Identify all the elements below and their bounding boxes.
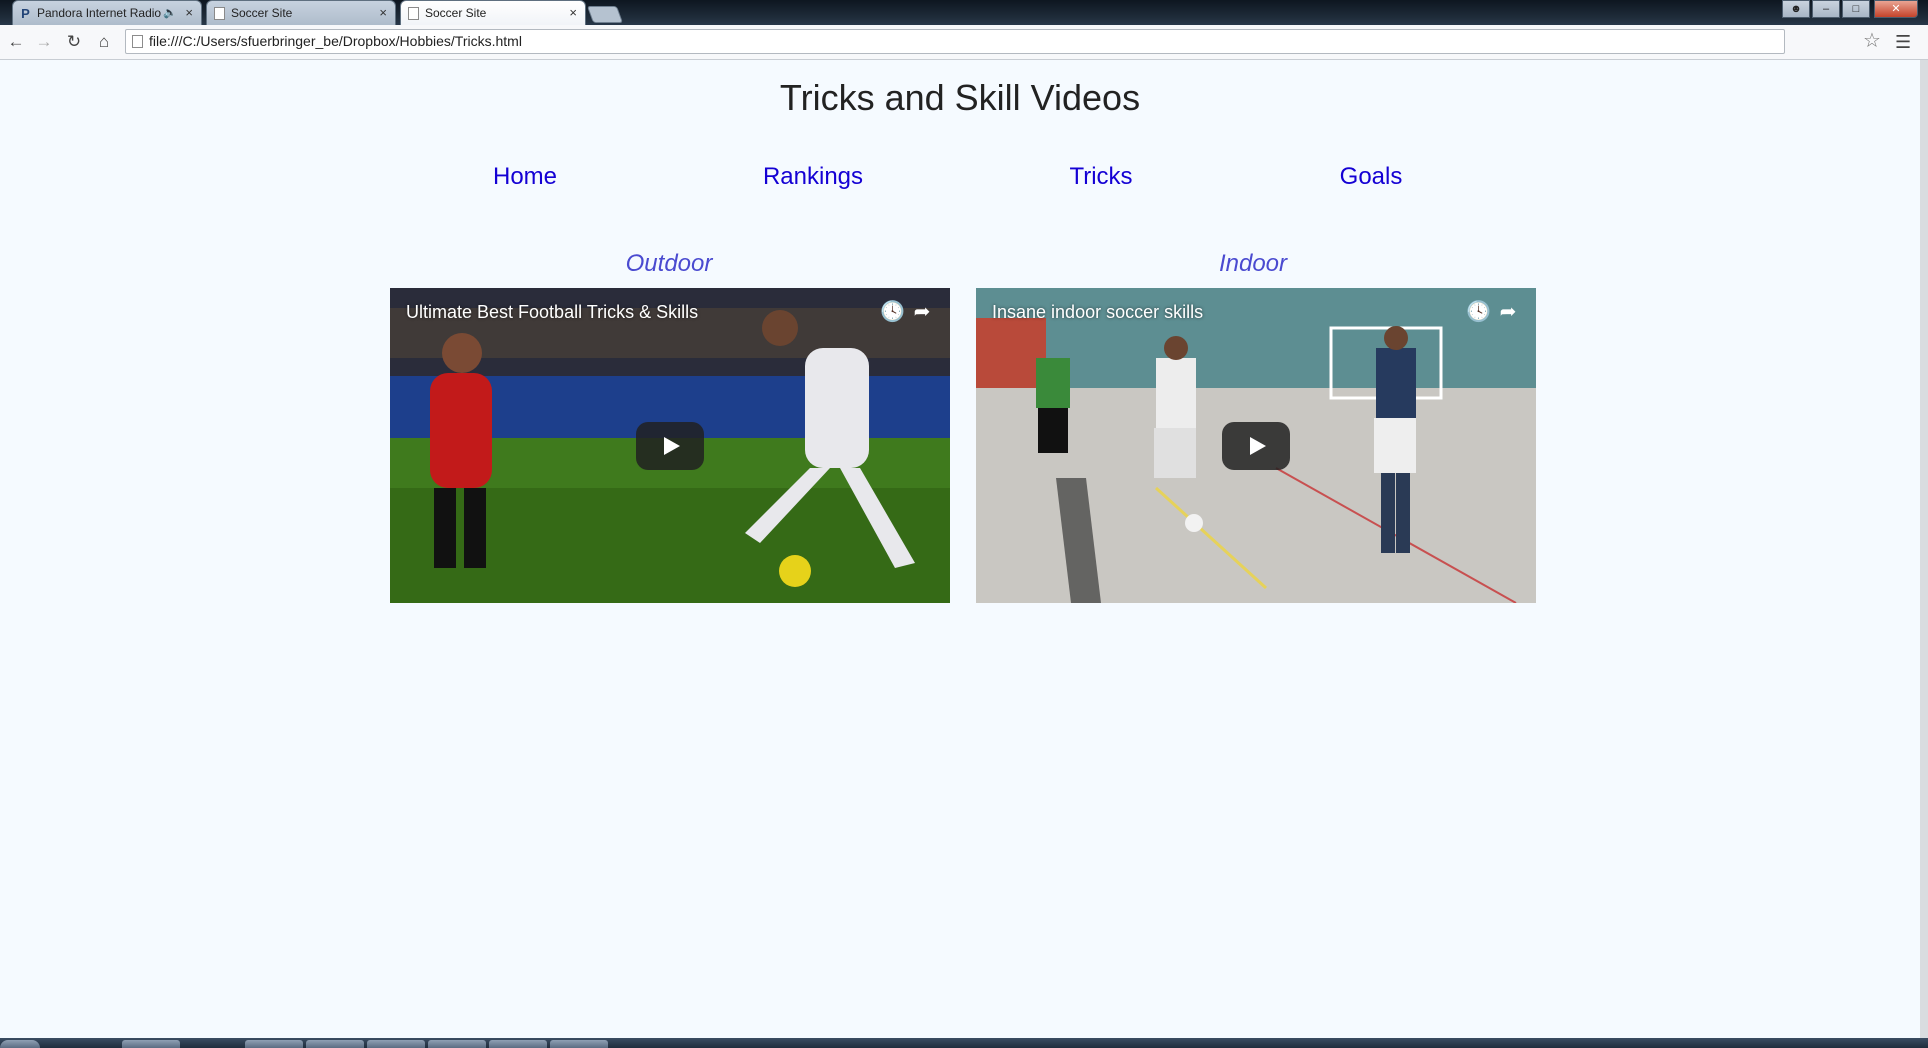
back-arrow-icon[interactable]: ← bbox=[4, 31, 28, 53]
windows-taskbar bbox=[0, 1038, 1928, 1048]
pandora-icon: P bbox=[21, 6, 30, 21]
play-button[interactable] bbox=[1222, 422, 1290, 470]
nav-link-tricks[interactable]: Tricks bbox=[1069, 163, 1132, 191]
video-player-indoor[interactable]: Insane indoor soccer skills 🕓 ➦ bbox=[976, 288, 1536, 603]
close-tab-icon[interactable]: × bbox=[379, 1, 387, 25]
home-icon[interactable]: ⌂ bbox=[92, 31, 116, 53]
close-tab-icon[interactable]: × bbox=[569, 1, 577, 25]
tab-soccer-site-active[interactable]: Soccer Site × bbox=[400, 0, 586, 25]
taskbar-item[interactable] bbox=[489, 1040, 547, 1048]
taskbar-item[interactable] bbox=[122, 1040, 180, 1048]
tab-soccer-site[interactable]: Soccer Site × bbox=[206, 0, 396, 25]
video-player-outdoor[interactable]: Ultimate Best Football Tricks & Skills 🕓… bbox=[390, 288, 950, 603]
menu-icon[interactable]: ☰ bbox=[1895, 31, 1911, 53]
video-title[interactable]: Ultimate Best Football Tricks & Skills bbox=[406, 302, 698, 323]
user-icon[interactable]: ☻ bbox=[1782, 0, 1810, 18]
reload-icon[interactable]: ↻ bbox=[62, 31, 86, 53]
tab-title: Soccer Site bbox=[231, 6, 293, 20]
document-icon bbox=[408, 7, 419, 20]
nav-link-home[interactable]: Home bbox=[493, 163, 557, 191]
nav-link-goals[interactable]: Goals bbox=[1340, 163, 1403, 191]
tab-title: Soccer Site bbox=[425, 6, 487, 20]
taskbar-item[interactable] bbox=[550, 1040, 608, 1048]
share-icon[interactable]: ➦ bbox=[1496, 300, 1520, 324]
taskbar-item[interactable] bbox=[306, 1040, 364, 1048]
bookmark-star-icon[interactable]: ☆ bbox=[1863, 30, 1881, 52]
play-button[interactable] bbox=[636, 422, 704, 470]
watch-later-clock-icon[interactable]: 🕓 bbox=[1466, 300, 1491, 324]
section-label-indoor: Indoor bbox=[1218, 250, 1288, 277]
taskbar-item[interactable] bbox=[245, 1040, 303, 1048]
minimize-button[interactable]: – bbox=[1812, 0, 1840, 18]
taskbar-item[interactable] bbox=[428, 1040, 486, 1048]
page-content: Tricks and Skill Videos Home Rankings Tr… bbox=[0, 60, 1920, 1038]
watch-later-clock-icon[interactable]: 🕓 bbox=[880, 300, 905, 324]
nav-link-rankings[interactable]: Rankings bbox=[763, 163, 863, 191]
page-icon bbox=[132, 35, 143, 48]
section-label-outdoor: Outdoor bbox=[625, 250, 713, 277]
share-icon[interactable]: ➦ bbox=[910, 300, 934, 324]
maximize-button[interactable]: □ bbox=[1842, 0, 1870, 18]
speaker-icon: 🔈 bbox=[163, 7, 177, 19]
url-text[interactable]: file:///C:/Users/sfuerbringer_be/Dropbox… bbox=[149, 30, 522, 53]
tab-strip: P Pandora Internet Radio 🔈 × Soccer Site… bbox=[0, 0, 1928, 25]
vertical-scrollbar[interactable] bbox=[1920, 60, 1928, 1038]
address-bar[interactable]: file:///C:/Users/sfuerbringer_be/Dropbox… bbox=[125, 29, 1785, 54]
new-tab-button[interactable] bbox=[586, 6, 624, 23]
tab-pandora[interactable]: P Pandora Internet Radio 🔈 × bbox=[12, 0, 202, 25]
browser-toolbar: ← → ↻ ⌂ file:///C:/Users/sfuerbringer_be… bbox=[0, 25, 1928, 60]
close-tab-icon[interactable]: × bbox=[185, 1, 193, 25]
tab-title: Pandora Internet Radio bbox=[37, 6, 162, 20]
taskbar-item[interactable] bbox=[367, 1040, 425, 1048]
forward-arrow-icon[interactable]: → bbox=[32, 31, 56, 53]
document-icon bbox=[214, 7, 225, 20]
start-button[interactable] bbox=[0, 1040, 40, 1048]
video-title[interactable]: Insane indoor soccer skills bbox=[992, 302, 1203, 323]
close-window-button[interactable]: ✕ bbox=[1874, 0, 1918, 18]
page-title: Tricks and Skill Videos bbox=[779, 77, 1141, 118]
